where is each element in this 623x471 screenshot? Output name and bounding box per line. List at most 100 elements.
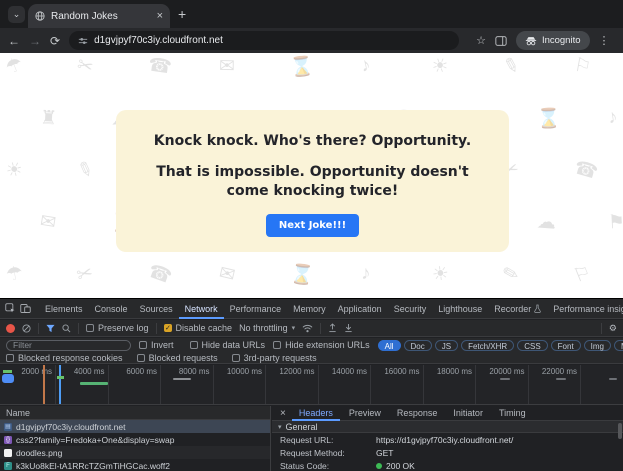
name-column-header[interactable]: Name — [0, 406, 270, 420]
network-conditions-icon[interactable] — [302, 324, 313, 333]
details-tab-timing[interactable]: Timing — [492, 406, 533, 421]
doodle-glyph: ☀ — [430, 262, 450, 287]
filter-pill-fetch-xhr[interactable]: Fetch/XHR — [461, 340, 514, 351]
browser-tab[interactable]: Random Jokes × — [28, 4, 170, 28]
inspect-element-icon[interactable] — [5, 303, 16, 314]
network-toolbar: Preserve log Disable cache No throttling… — [0, 320, 623, 337]
invert-toggle[interactable]: Invert — [139, 340, 174, 350]
filter-input[interactable] — [6, 340, 131, 351]
details-tab-response[interactable]: Response — [390, 406, 445, 421]
devtools-tab-console[interactable]: Console — [89, 299, 134, 319]
import-har-icon[interactable] — [328, 323, 337, 333]
doodle-glyph: ♪ — [606, 106, 619, 129]
devtools-tab-elements[interactable]: Elements — [39, 299, 89, 319]
filter-pill-media[interactable]: Media — [614, 340, 623, 351]
preserve-log-toggle[interactable]: Preserve log — [86, 323, 149, 333]
close-tab-icon[interactable]: × — [157, 11, 163, 22]
details-tab-initiator[interactable]: Initiator — [446, 406, 490, 421]
header-field: Status Code:200 OK — [272, 459, 623, 471]
throttling-select[interactable]: No throttling▾ — [239, 323, 295, 333]
export-har-icon[interactable] — [344, 323, 353, 333]
scrollbar-thumb[interactable] — [618, 423, 622, 439]
reload-button[interactable]: ⟳ — [50, 35, 60, 47]
img-file-icon — [4, 449, 12, 457]
devtools-tab-recorder[interactable]: Recorder — [488, 299, 547, 319]
details-tab-bar: × HeadersPreviewResponseInitiatorTiming — [272, 406, 623, 421]
next-joke-button[interactable]: Next Joke!!! — [266, 214, 359, 237]
devtools-tab-network[interactable]: Network — [179, 299, 224, 319]
doodle-glyph: ☁ — [536, 210, 557, 234]
tab-label: Security — [394, 299, 427, 319]
close-details-icon[interactable]: × — [276, 408, 290, 419]
incognito-badge: Incognito — [516, 31, 590, 50]
filter-pill-doc[interactable]: Doc — [404, 340, 432, 351]
request-row-css[interactable]: {}css2?family=Fredoka+One&display=swap — [0, 433, 270, 446]
divider — [38, 323, 39, 334]
filter-funnel-icon[interactable] — [46, 324, 55, 333]
page-viewport: ☂✂☎✉⌛♪☀✎⚐♜☁⚑☂✂☎✉⌛♪☀✎⚐♜☁⚑☂✂☎✉⌛♪☀✎⚐♜☁⚑☂✂☎✉… — [0, 53, 623, 298]
doodle-glyph: ☎ — [571, 156, 600, 185]
filter-pill-js[interactable]: JS — [435, 340, 458, 351]
request-row-font[interactable]: Fk3kUo8kEl-tA1RRcTZGmTiHGCac.woff2 — [0, 459, 270, 471]
devtools-tab-application[interactable]: Application — [332, 299, 388, 319]
filter-pill-all[interactable]: All — [378, 340, 401, 351]
tab-label: Network — [185, 299, 218, 319]
field-value: GET — [376, 448, 393, 458]
devtools-tab-performance[interactable]: Performance — [224, 299, 288, 319]
bookmark-star-icon[interactable]: ☆ — [476, 34, 486, 47]
toggle-3rd-party-requests[interactable]: 3rd-party requests — [232, 353, 317, 363]
network-timeline[interactable]: 2000 ms4000 ms6000 ms8000 ms10000 ms1200… — [0, 365, 623, 405]
general-section-header[interactable]: ▾ General — [272, 421, 623, 433]
search-icon[interactable] — [62, 324, 71, 333]
record-icon[interactable] — [6, 324, 15, 333]
timeline-tick-label: 20000 ms — [479, 367, 525, 376]
timeline-gridline — [213, 365, 214, 405]
address-bar[interactable]: d1gvjpyf70c3iy.cloudfront.net — [69, 31, 459, 50]
filter-pill-img[interactable]: Img — [584, 340, 611, 351]
devtools-tab-performance-insights[interactable]: Performance insights — [547, 299, 623, 319]
divider — [601, 323, 602, 334]
clear-icon[interactable] — [22, 324, 31, 333]
joke-card: Knock knock. Who's there? Opportunity. T… — [116, 110, 509, 252]
filter-pill-css[interactable]: CSS — [517, 340, 547, 351]
forward-button[interactable]: → — [29, 35, 41, 47]
toggle-label: 3rd-party requests — [244, 353, 317, 363]
font-file-icon: F — [4, 462, 12, 470]
disable-cache-toggle[interactable]: Disable cache — [164, 323, 233, 333]
tab-label: Memory — [293, 299, 326, 319]
devtools-tab-security[interactable]: Security — [388, 299, 433, 319]
devtools-tab-memory[interactable]: Memory — [287, 299, 332, 319]
checkbox — [6, 354, 14, 362]
tab-title: Random Jokes — [51, 11, 151, 22]
back-button[interactable]: ← — [8, 35, 20, 47]
doc-file-icon: ▤ — [4, 423, 12, 431]
details-tab-preview[interactable]: Preview — [342, 406, 388, 421]
doodle-glyph: ☀ — [3, 157, 26, 184]
devtools-tab-lighthouse[interactable]: Lighthouse — [432, 299, 488, 319]
details-tab-headers[interactable]: Headers — [292, 406, 340, 421]
toggle-blocked-requests[interactable]: Blocked requests — [137, 353, 218, 363]
tab-search-button[interactable]: ⌄ — [8, 6, 25, 23]
browser-menu-icon[interactable]: ⋮ — [599, 34, 610, 47]
device-toolbar-icon[interactable] — [20, 303, 31, 314]
request-row-doc[interactable]: ▤d1gvjpyf70c3iy.cloudfront.net — [0, 420, 270, 433]
new-tab-button[interactable]: + — [178, 7, 186, 21]
hide-data-urls-toggle[interactable]: Hide data URLs — [190, 340, 266, 350]
toggle-label: Blocked response cookies — [18, 353, 123, 363]
toggle-blocked-response-cookies[interactable]: Blocked response cookies — [6, 353, 123, 363]
timeline-tick-label: 14000 ms — [321, 367, 367, 376]
request-name: css2?family=Fredoka+One&display=swap — [16, 435, 175, 445]
url-text: d1gvjpyf70c3iy.cloudfront.net — [94, 35, 223, 46]
divider — [78, 323, 79, 334]
hide-extension-urls-toggle[interactable]: Hide extension URLs — [273, 340, 370, 350]
request-row-img[interactable]: doodles.png — [0, 446, 270, 459]
timeline-tick-label: 4000 ms — [59, 367, 105, 376]
network-settings-gear-icon[interactable]: ⚙ — [609, 323, 617, 334]
filter-pill-font[interactable]: Font — [551, 340, 581, 351]
checkbox — [232, 354, 240, 362]
side-panel-icon[interactable] — [495, 35, 507, 47]
devtools-tabs: ElementsConsoleSources Network Performance… — [39, 299, 623, 319]
chevron-down-icon: ⌄ — [13, 9, 21, 20]
timeline-gridline — [475, 365, 476, 405]
devtools-tab-sources[interactable]: Sources — [134, 299, 179, 319]
